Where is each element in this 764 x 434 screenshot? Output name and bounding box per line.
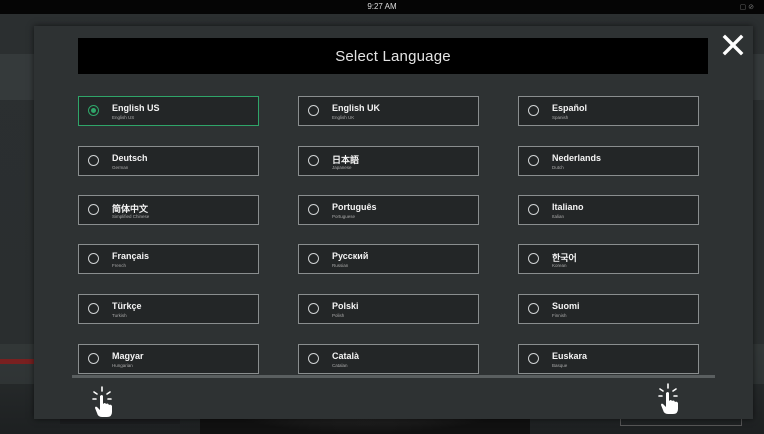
language-subtitle: Catalan [332, 363, 348, 368]
language-option[interactable]: Català Catalan [298, 344, 479, 374]
language-subtitle: Italian [552, 214, 565, 219]
radio-button-icon[interactable] [88, 353, 99, 364]
radio-button-icon[interactable] [528, 155, 539, 166]
language-subtitle: Simplified Chinese [112, 214, 150, 219]
language-option[interactable]: Deutsch German [78, 146, 259, 176]
language-name: Português [332, 202, 377, 212]
tap-hand-icon [92, 386, 112, 417]
radio-button-icon[interactable] [88, 303, 99, 314]
radio-button-icon[interactable] [88, 204, 99, 215]
language-option[interactable]: Türkçe Turkish [78, 294, 259, 324]
language-option[interactable]: Euskara Basque [518, 344, 699, 374]
language-option[interactable]: Italiano Italian [518, 195, 699, 225]
language-name: Euskara [552, 351, 588, 361]
language-subtitle: Basque [552, 363, 568, 368]
language-option[interactable]: Suomi Finnish [518, 294, 699, 324]
language-option[interactable]: 日本語 Japanese [298, 146, 479, 176]
language-option[interactable]: Français French [78, 244, 259, 274]
language-subtitle: Dutch [552, 165, 564, 170]
language-option[interactable]: Magyar Hungarian [78, 344, 259, 374]
radio-button-icon[interactable] [528, 253, 539, 264]
language-option[interactable]: English US English US [78, 96, 259, 126]
dialog-title: Select Language [335, 47, 451, 65]
language-dialog: Select Language English US English US Engl… [34, 26, 753, 419]
status-bar: 9:27 AM ▢ ⊘ [0, 0, 764, 14]
radio-button-icon[interactable] [308, 204, 319, 215]
radio-button-icon[interactable] [308, 353, 319, 364]
radio-button-icon[interactable] [528, 303, 539, 314]
close-button[interactable] [720, 32, 746, 58]
language-subtitle: Spanish [552, 115, 569, 120]
language-name: Türkçe [112, 301, 142, 311]
language-subtitle: German [112, 165, 129, 170]
close-icon [722, 34, 744, 56]
language-name: Italiano [552, 202, 584, 212]
language-name: Français [112, 251, 150, 261]
radio-button-icon[interactable] [308, 105, 319, 116]
language-subtitle: English US [112, 115, 135, 120]
radio-button-icon[interactable] [528, 204, 539, 215]
language-option[interactable]: Polski Polish [298, 294, 479, 324]
scroll-divider [72, 375, 715, 378]
tap-hand-icon [658, 383, 678, 414]
radio-button-icon[interactable] [88, 105, 99, 116]
language-option[interactable]: Español Spanish [518, 96, 699, 126]
status-indicator-icon: ▢ ⊘ [739, 4, 754, 11]
language-name: Magyar [112, 351, 144, 361]
language-subtitle: English UK [332, 115, 355, 120]
radio-button-icon[interactable] [528, 105, 539, 116]
language-subtitle: Russian [332, 263, 349, 268]
language-option[interactable]: Português Portuguese [298, 195, 479, 225]
language-name: English UK [332, 103, 381, 113]
language-name: Nederlands [552, 153, 602, 163]
status-time: 9:27 AM [367, 2, 397, 11]
language-name: Español [552, 103, 588, 113]
language-option[interactable]: 한국어 Korean [518, 244, 699, 274]
radio-button-icon[interactable] [88, 155, 99, 166]
language-name: Català [332, 351, 360, 361]
language-subtitle: Turkish [112, 313, 127, 318]
radio-button-icon[interactable] [88, 253, 99, 264]
language-name: Deutsch [112, 153, 148, 163]
dialog-header: Select Language [78, 38, 708, 74]
language-name: Polski [332, 301, 359, 311]
radio-button-icon[interactable] [528, 353, 539, 364]
radio-button-icon[interactable] [308, 155, 319, 166]
language-name: Русский [332, 251, 369, 261]
language-option[interactable]: Русский Russian [298, 244, 479, 274]
language-option[interactable]: 简体中文 Simplified Chinese [78, 195, 259, 225]
language-subtitle: Portuguese [332, 214, 356, 219]
language-subtitle: Hungarian [112, 363, 133, 368]
language-subtitle: Japanese [332, 165, 352, 170]
language-option[interactable]: Nederlands Dutch [518, 146, 699, 176]
language-name: English US [112, 103, 160, 113]
radio-button-icon[interactable] [308, 303, 319, 314]
language-subtitle: Polish [332, 313, 345, 318]
language-option[interactable]: English UK English UK [298, 96, 479, 126]
language-subtitle: Finnish [552, 313, 567, 318]
language-name: Suomi [552, 301, 580, 311]
radio-button-icon[interactable] [308, 253, 319, 264]
language-subtitle: Korean [552, 263, 567, 268]
language-subtitle: French [112, 263, 127, 268]
